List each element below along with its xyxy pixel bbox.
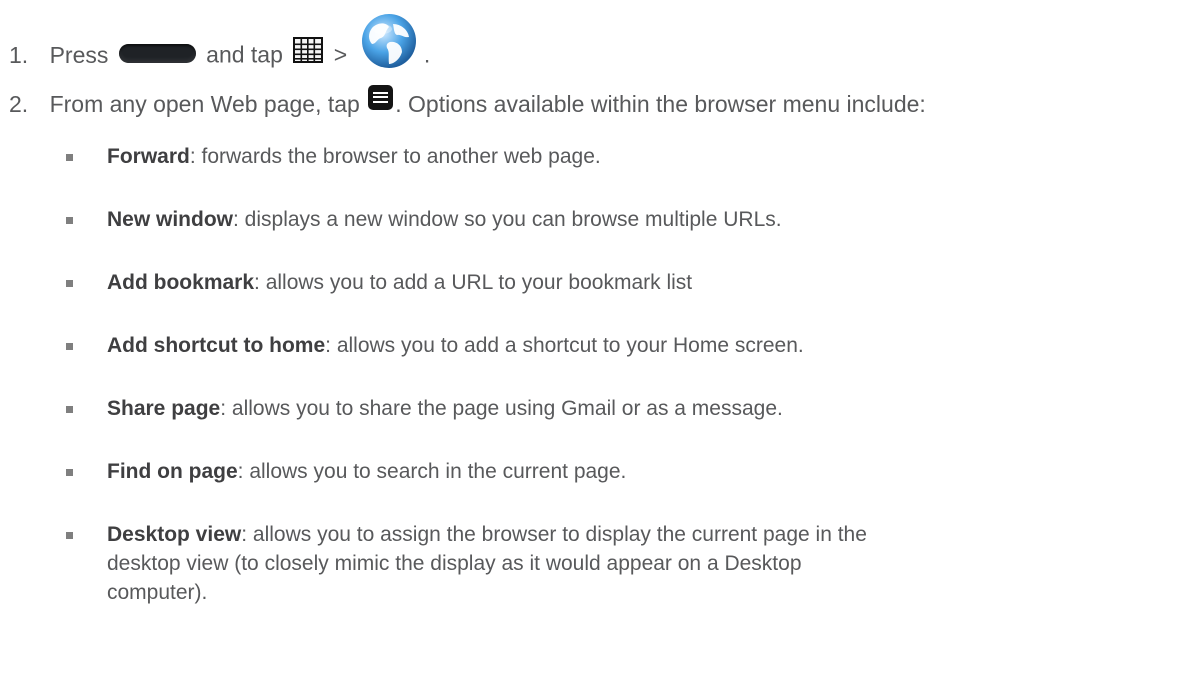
step-text: and tap: [206, 41, 283, 68]
step-2: 2. From any open Web page, tap . Options…: [9, 85, 926, 119]
bullet-icon: [66, 217, 73, 224]
option-term: Add bookmark: [107, 271, 255, 294]
step-number: 2.: [9, 91, 29, 117]
step-text: .: [423, 41, 431, 68]
menu-key-icon: [368, 85, 394, 111]
option-description: : allows you to add a shortcut to your H…: [325, 334, 804, 357]
apps-grid-icon: [293, 37, 324, 70]
bullet-icon: [66, 154, 73, 161]
bullet-icon: [66, 532, 73, 539]
option-term: Find on page: [107, 460, 238, 483]
option-description-continued: computer).: [107, 581, 208, 604]
option-term: Desktop view: [107, 523, 242, 546]
option-description: : displays a new window so you can brows…: [233, 208, 782, 231]
step-number: 1.: [9, 41, 29, 68]
bullet-icon: [66, 406, 73, 413]
option-description: : allows you to search in the current pa…: [237, 460, 627, 483]
option-term: Forward: [107, 145, 190, 168]
bullet-icon: [66, 280, 73, 287]
option-description-continued: desktop view (to closely mimic the displ…: [107, 552, 802, 575]
step-text: From any open Web page, tap: [49, 91, 360, 117]
step-text: >: [333, 41, 348, 68]
bullet-icon: [66, 343, 73, 350]
option-term: Share page: [107, 397, 221, 420]
option-description: : allows you to share the page using Gma…: [220, 397, 783, 420]
option-description: : forwards the browser to another web pa…: [189, 145, 601, 168]
step-text: Press: [49, 41, 109, 68]
bullet-icon: [66, 469, 73, 476]
step-1: 1. Press and tap > .: [9, 14, 431, 89]
option-description: : allows you to add a URL to your bookma…: [254, 271, 693, 294]
option-description: : allows you to assign the browser to di…: [241, 523, 867, 546]
home-key-icon: [118, 44, 196, 63]
step-text: . Options available within the browser m…: [395, 91, 926, 117]
option-term: Add shortcut to home: [107, 334, 326, 357]
browser-globe-icon: [360, 12, 418, 77]
option-term: New window: [107, 208, 233, 231]
